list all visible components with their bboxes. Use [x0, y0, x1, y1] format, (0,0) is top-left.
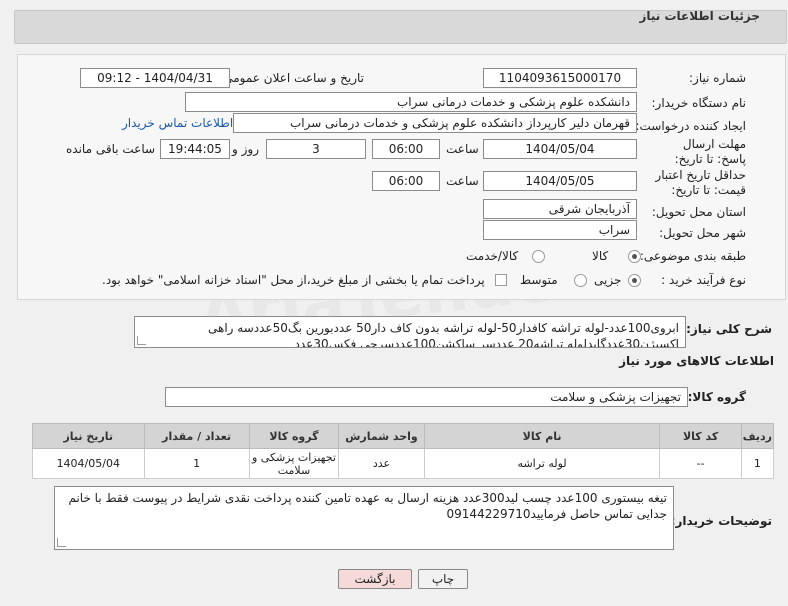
- announce-field[interactable]: 1404/04/31 - 09:12: [80, 68, 230, 88]
- remaining-time-field[interactable]: 19:44:05: [160, 139, 230, 159]
- back-button[interactable]: بازگشت: [338, 569, 412, 589]
- cell-qty: 1: [143, 448, 250, 479]
- description-text: ابروی100عدد-لوله تراشه کافدار50-لوله ترا…: [207, 321, 679, 348]
- col-name: نام کالا: [423, 423, 661, 449]
- goods-group-label: گروه کالا:: [687, 390, 746, 404]
- cell-name: لوله تراشه: [423, 448, 661, 479]
- cell-date: 1404/05/04: [32, 448, 145, 479]
- process-option-minor: جزیی: [594, 273, 622, 287]
- announce-label: تاریخ و ساعت اعلان عمومی:: [219, 71, 364, 85]
- validity-label: حداقل تاریخ اعتبار قیمت: تا تاریخ:: [655, 168, 746, 197]
- buyer-notes-textarea[interactable]: تیغه بیستوری 100عدد چسب لید300عدد هزینه …: [54, 486, 674, 550]
- cell-unit: عدد: [338, 448, 425, 479]
- days-field[interactable]: 3: [266, 139, 366, 159]
- category-radio-goods[interactable]: [628, 250, 641, 263]
- cell-code: --: [659, 448, 742, 479]
- category-radio-goods-service[interactable]: [532, 250, 545, 263]
- goods-group-field[interactable]: تجهیزات پزشکی و سلامت: [165, 387, 688, 407]
- province-field[interactable]: آذربایجان شرقی: [483, 199, 637, 219]
- resize-handle-icon[interactable]: [57, 538, 66, 547]
- deadline-label: مهلت ارسال پاسخ: تا تاریخ:: [674, 137, 746, 166]
- col-qty: تعداد / مقدار: [143, 423, 250, 449]
- description-textarea[interactable]: ابروی100عدد-لوله تراشه کافدار50-لوله ترا…: [134, 316, 686, 348]
- treasury-payment-note: پرداخت تمام یا بخشی از مبلغ خرید،از محل …: [102, 273, 485, 287]
- page-title: جزئیات اطلاعات نیاز: [639, 9, 760, 23]
- remaining-label: ساعت باقی مانده: [66, 142, 156, 156]
- process-radio-medium[interactable]: [574, 274, 587, 287]
- col-row: ردیف: [740, 423, 775, 449]
- col-group: گروه کالا: [248, 423, 340, 449]
- requester-label: ایجاد کننده درخواست:: [635, 119, 746, 133]
- need-number-label: شماره نیاز:: [689, 71, 746, 85]
- col-unit: واحد شمارش: [338, 423, 425, 449]
- category-option-goods: کالا: [592, 249, 609, 263]
- validity-time-field[interactable]: 06:00: [372, 171, 440, 191]
- validity-time-label: ساعت: [446, 174, 479, 188]
- deadline-time-label: ساعت: [446, 142, 479, 156]
- goods-section-title: اطلاعات کالاهای مورد نیاز: [619, 354, 774, 368]
- resize-handle-icon[interactable]: [137, 336, 146, 345]
- table-row[interactable]: 1 -- لوله تراشه عدد تجهیزات پزشکی و سلام…: [32, 448, 775, 479]
- treasury-payment-checkbox[interactable]: [495, 274, 507, 286]
- buyer-org-field[interactable]: دانشکده علوم پزشکی و خدمات درمانی سراب: [185, 92, 637, 112]
- print-button[interactable]: چاپ: [418, 569, 468, 589]
- deadline-date-field[interactable]: 1404/05/04: [483, 139, 637, 159]
- col-code: کد کالا: [659, 423, 742, 449]
- buyer-contact-link[interactable]: اطلاعات تماس خریدار: [122, 116, 233, 130]
- cell-group: تجهیزات پزشکی و سلامت: [248, 448, 340, 479]
- buyer-notes-label: توضیحات خریدار:: [670, 514, 772, 528]
- goods-table: ردیف کد کالا نام کالا واحد شمارش گروه کا…: [32, 423, 775, 479]
- process-option-medium: متوسط: [520, 273, 558, 287]
- province-label: استان محل تحویل:: [651, 205, 746, 219]
- process-radio-minor[interactable]: [628, 274, 641, 287]
- buyer-org-label: نام دستگاه خریدار:: [651, 96, 747, 110]
- cell-row: 1: [740, 448, 775, 479]
- need-number-field[interactable]: 1104093615000170: [483, 68, 637, 88]
- col-date: تاریخ نیاز: [32, 423, 145, 449]
- category-label: طبقه بندی موضوعی:: [639, 249, 746, 263]
- buyer-notes-text: تیغه بیستوری 100عدد چسب لید300عدد هزینه …: [68, 491, 667, 521]
- days-label: روز و: [232, 142, 259, 156]
- category-option-goods-service: کالا/خدمت: [466, 249, 519, 263]
- city-field[interactable]: سراب: [483, 220, 637, 240]
- requester-field[interactable]: قهرمان دلیر کارپرداز دانشکده علوم پزشکی …: [233, 113, 637, 133]
- validity-date-field[interactable]: 1404/05/05: [483, 171, 637, 191]
- process-label: نوع فرآیند خرید :: [661, 273, 746, 287]
- goods-table-header: ردیف کد کالا نام کالا واحد شمارش گروه کا…: [32, 423, 775, 449]
- description-label: شرح کلی نیاز:: [686, 322, 772, 336]
- deadline-time-field[interactable]: 06:00: [372, 139, 440, 159]
- city-label: شهر محل تحویل:: [659, 226, 746, 240]
